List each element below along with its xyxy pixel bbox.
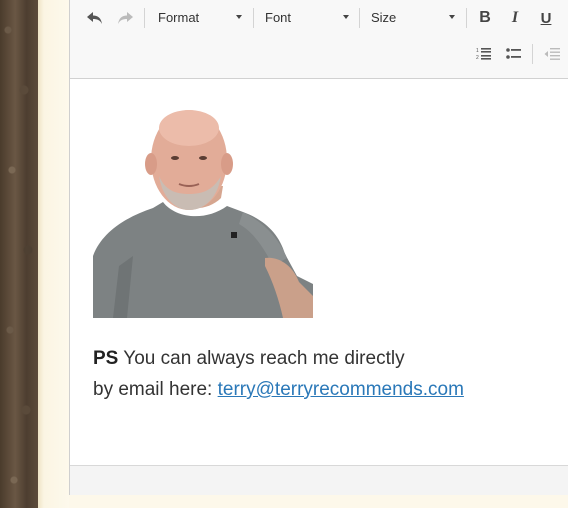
ps-line-1: PS You can always reach me directly xyxy=(93,343,464,374)
format-dropdown-label: Format xyxy=(158,9,200,25)
ps-paragraph: PS You can always reach me directly by e… xyxy=(93,343,464,405)
size-dropdown-label: Size xyxy=(371,9,397,25)
portrait-photo xyxy=(93,106,313,318)
portrait-image xyxy=(93,106,313,318)
font-dropdown-label: Font xyxy=(265,9,292,25)
numbered-list-icon: 1 2 xyxy=(476,48,491,61)
toolbar-separator xyxy=(144,8,145,28)
bold-button[interactable]: B xyxy=(474,8,496,28)
outdent-icon xyxy=(544,48,560,60)
ps-line-2: by email here: terry@terryrecommends.com xyxy=(93,374,464,405)
redo-icon xyxy=(118,12,133,24)
format-dropdown[interactable]: Format xyxy=(158,6,244,28)
ps-bold-label: PS xyxy=(93,348,119,369)
editor-toolbar: Format Font Size B I U 1 2 xyxy=(70,0,568,79)
chevron-down-icon xyxy=(236,15,242,19)
rich-text-editor: Format Font Size B I U 1 2 PS You can al… xyxy=(69,0,568,495)
toolbar-separator xyxy=(359,8,360,28)
svg-text:1: 1 xyxy=(476,48,479,54)
email-link[interactable]: terry@terryrecommends.com xyxy=(218,379,464,400)
chevron-down-icon xyxy=(449,15,455,19)
toolbar-separator xyxy=(253,8,254,28)
numbered-list-button[interactable]: 1 2 xyxy=(473,44,495,64)
editor-content-area[interactable]: PS You can always reach me directly by e… xyxy=(70,79,568,465)
desktop-background xyxy=(0,0,38,508)
editor-statusbar xyxy=(70,465,568,495)
italic-button[interactable]: I xyxy=(504,8,526,28)
ps-line-2-text: by email here: xyxy=(93,379,218,400)
toolbar-separator xyxy=(466,8,467,28)
ps-line-1-text: You can always reach me directly xyxy=(118,348,405,369)
svg-text:2: 2 xyxy=(476,55,479,61)
underline-button[interactable]: U xyxy=(535,8,557,28)
outdent-button[interactable] xyxy=(541,44,563,64)
size-dropdown[interactable]: Size xyxy=(371,6,457,28)
bulleted-list-icon xyxy=(506,48,521,59)
undo-button[interactable] xyxy=(84,8,106,28)
chevron-down-icon xyxy=(343,15,349,19)
font-dropdown[interactable]: Font xyxy=(265,6,351,28)
bulleted-list-button[interactable] xyxy=(503,44,525,64)
toolbar-separator xyxy=(532,44,533,64)
redo-button[interactable] xyxy=(114,8,136,28)
undo-icon xyxy=(87,12,102,24)
page-margin xyxy=(38,0,69,508)
